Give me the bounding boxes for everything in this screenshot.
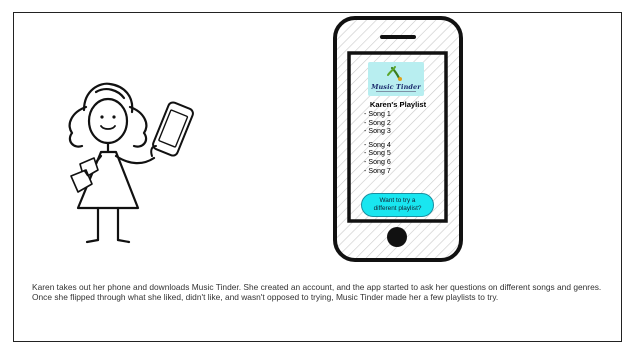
list-item[interactable]: - Song 6 [364,158,391,167]
logo-text: Music Tinder [371,83,421,91]
button-label-line2: different playlist? [373,205,422,213]
story-caption: Karen takes out her phone and downloads … [32,282,602,303]
list-item[interactable]: - Song 5 [364,149,391,158]
song-list: - Song 1 - Song 2 - Song 3 - Song 4 - So… [364,110,391,175]
list-item[interactable]: - Song 1 [364,110,391,119]
music-tinder-logo-icon [387,66,402,81]
list-item[interactable]: - Song 7 [364,167,391,176]
try-different-playlist-button[interactable]: Want to try a different playlist? [361,193,434,217]
list-item[interactable]: - Song 4 [364,141,391,150]
list-item[interactable]: - Song 3 [364,127,391,136]
playlist-title: Karen's Playlist [369,100,427,109]
button-label-line1: Want to try a [379,197,416,204]
list-item[interactable]: - Song 2 [364,119,391,128]
music-tinder-logo: Music Tinder [368,62,424,96]
home-button-icon [387,227,407,247]
logo-underline [376,91,416,92]
